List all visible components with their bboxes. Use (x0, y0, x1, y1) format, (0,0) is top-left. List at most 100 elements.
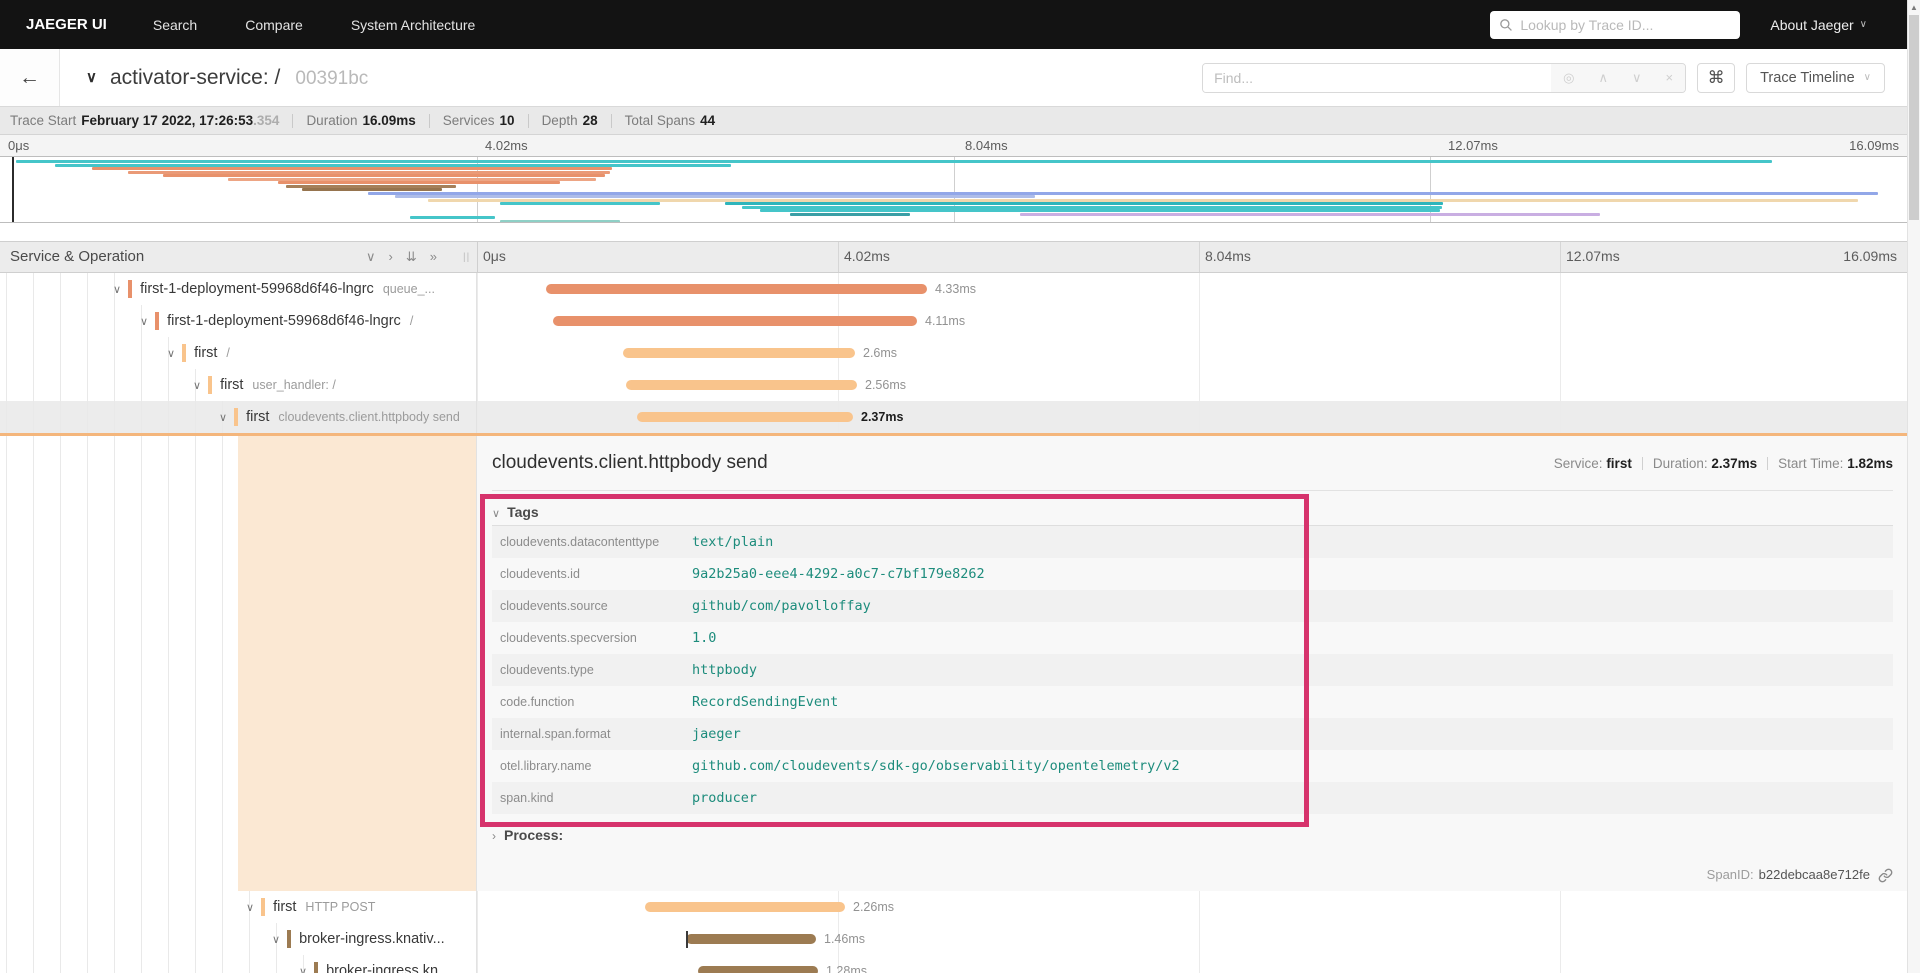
span-name-cell[interactable]: ∨first/ (0, 337, 477, 369)
tag-row[interactable]: cloudevents.id9a2b25a0-eee4-4292-a0c7-c7… (492, 558, 1893, 590)
find-next-icon[interactable]: ∨ (1632, 70, 1642, 86)
span-duration-bar[interactable] (623, 348, 855, 358)
tag-key: cloudevents.specversion (492, 631, 680, 645)
service-color-bar (155, 312, 159, 330)
span-row[interactable]: ∨firstuser_handler: /2.56ms (0, 369, 1907, 401)
find-box[interactable]: ◎ ∧ ∨ × (1202, 63, 1686, 93)
span-name-cell[interactable]: ∨first-1-deployment-59968d6f46-lngrcqueu… (0, 273, 477, 305)
service-name: first (246, 409, 269, 425)
search-icon (1499, 18, 1513, 32)
collapse-one-icon[interactable]: ∨ (366, 249, 376, 265)
command-icon: ⌘ (1708, 68, 1725, 88)
timeline-tick-label: 0μs (483, 248, 506, 264)
chevron-down-icon[interactable]: ∨ (246, 901, 254, 914)
trace-minimap[interactable] (0, 156, 1907, 223)
timeline-column-header: Service & Operation ∨ › ⇊ » || 0μs4.02ms… (0, 241, 1907, 273)
chevron-down-icon: ∨ (1864, 72, 1871, 83)
tag-row[interactable]: cloudevents.typehttpbody (492, 654, 1893, 686)
tag-row[interactable]: cloudevents.sourcegithub/com/pavolloffay (492, 590, 1893, 622)
span-duration-bar[interactable] (546, 284, 927, 294)
process-section-toggle[interactable]: ›Process: (492, 827, 1893, 843)
tags-section-toggle[interactable]: ∨Tags (492, 498, 1893, 526)
span-timeline-cell[interactable]: 1.46ms (477, 923, 1907, 955)
span-row[interactable]: ∨broker-ingress.kn...1.28ms (0, 955, 1907, 973)
span-duration-bar[interactable] (626, 380, 857, 390)
span-duration-bar[interactable] (698, 966, 818, 973)
app-brand[interactable]: JAEGER UI (26, 16, 107, 33)
find-clear-icon[interactable]: × (1665, 70, 1673, 85)
span-name-cell[interactable]: ∨first-1-deployment-59968d6f46-lngrc/ (0, 305, 477, 337)
span-name-cell[interactable]: ∨firstuser_handler: / (0, 369, 477, 401)
span-duration-bar[interactable] (686, 934, 816, 944)
chevron-down-icon[interactable]: ∨ (113, 283, 121, 296)
chevron-down-icon[interactable]: ∨ (167, 347, 175, 360)
minimap-tick-label: 8.04ms (965, 138, 1008, 153)
back-button[interactable]: ← (0, 49, 60, 106)
span-row[interactable]: ∨firstcloudevents.client.httpbody send2.… (0, 401, 1907, 433)
span-row[interactable]: ∨broker-ingress.knativ...1.46ms (0, 923, 1907, 955)
about-jaeger-menu[interactable]: About Jaeger ∨ (1770, 17, 1867, 33)
service-name: first-1-deployment-59968d6f46-lngrc (140, 281, 374, 297)
find-input[interactable] (1203, 64, 1551, 92)
chevron-down-icon: ∨ (492, 508, 500, 520)
span-row[interactable]: ∨first/2.6ms (0, 337, 1907, 369)
minimap-tick-label: 0μs (8, 138, 29, 153)
chevron-down-icon[interactable]: ∨ (193, 379, 201, 392)
span-name-cell[interactable]: ∨broker-ingress.knativ... (0, 923, 477, 955)
find-scroll-to-icon[interactable]: ◎ (1563, 70, 1574, 86)
collapse-trace-chevron-icon[interactable]: ∨ (86, 68, 97, 86)
vertical-scrollbar[interactable]: ▲ (1907, 0, 1920, 973)
span-timeline-cell[interactable]: 4.11ms (477, 305, 1907, 337)
minimap-span (92, 167, 612, 170)
span-duration-bar[interactable] (637, 412, 853, 422)
keyboard-shortcuts-button[interactable]: ⌘ (1697, 63, 1735, 93)
span-duration-label: 2.26ms (853, 900, 894, 914)
chevron-down-icon[interactable]: ∨ (140, 315, 148, 328)
collapse-all-icon[interactable]: ⇊ (406, 249, 417, 265)
minimap-drag-handle[interactable] (12, 157, 14, 222)
span-rows: ∨first-1-deployment-59968d6f46-lngrcqueu… (0, 273, 1920, 433)
span-timeline-cell[interactable]: 1.28ms (477, 955, 1907, 973)
span-name-cell[interactable]: ∨broker-ingress.kn... (0, 955, 477, 973)
expand-all-icon[interactable]: » (430, 249, 437, 265)
nav-item-search[interactable]: Search (153, 17, 197, 33)
span-duration-bar[interactable] (553, 316, 917, 326)
trace-view-select[interactable]: Trace Timeline ∨ (1746, 63, 1885, 93)
tag-row[interactable]: code.functionRecordSendingEvent (492, 686, 1893, 718)
find-prev-icon[interactable]: ∧ (1598, 70, 1608, 86)
chevron-down-icon[interactable]: ∨ (299, 965, 307, 973)
span-row[interactable]: ∨first-1-deployment-59968d6f46-lngrcqueu… (0, 273, 1907, 305)
column-resizer[interactable]: || (463, 252, 470, 263)
minimap-span (302, 188, 442, 191)
tag-key: internal.span.format (492, 727, 680, 741)
tag-key: span.kind (492, 791, 680, 805)
chevron-down-icon[interactable]: ∨ (219, 411, 227, 424)
scrollbar-thumb[interactable] (1909, 15, 1919, 220)
tag-row[interactable]: internal.span.formatjaeger (492, 718, 1893, 750)
link-icon[interactable] (1878, 868, 1893, 883)
chevron-down-icon[interactable]: ∨ (272, 933, 280, 946)
span-row[interactable]: ∨first-1-deployment-59968d6f46-lngrc/4.1… (0, 305, 1907, 337)
span-timeline-cell[interactable]: 2.26ms (477, 891, 1907, 923)
tag-row[interactable]: cloudevents.datacontenttypetext/plain (492, 526, 1893, 558)
tag-row[interactable]: otel.library.namegithub.com/cloudevents/… (492, 750, 1893, 782)
meta-duration: Duration16.09ms (306, 113, 415, 128)
span-timeline-cell[interactable]: 2.37ms (477, 401, 1907, 433)
span-name-cell[interactable]: ∨firstHTTP POST (0, 891, 477, 923)
nav-item-system-architecture[interactable]: System Architecture (351, 17, 476, 33)
span-duration-bar[interactable] (645, 902, 845, 912)
trace-id-lookup[interactable] (1490, 11, 1740, 39)
trace-id-lookup-input[interactable] (1520, 17, 1731, 33)
expand-one-icon[interactable]: › (389, 249, 393, 265)
nav-item-compare[interactable]: Compare (245, 17, 303, 33)
span-row[interactable]: ∨firstHTTP POST 2.26ms (0, 891, 1907, 923)
span-name-cell[interactable]: ∨firstcloudevents.client.httpbody send (0, 401, 477, 433)
scrollbar-up-icon[interactable]: ▲ (1908, 0, 1920, 14)
service-name: first (220, 377, 243, 393)
tag-row[interactable]: cloudevents.specversion1.0 (492, 622, 1893, 654)
tag-row[interactable]: span.kindproducer (492, 782, 1893, 814)
service-color-bar (208, 376, 212, 394)
span-timeline-cell[interactable]: 2.6ms (477, 337, 1907, 369)
span-timeline-cell[interactable]: 4.33ms (477, 273, 1907, 305)
span-timeline-cell[interactable]: 2.56ms (477, 369, 1907, 401)
